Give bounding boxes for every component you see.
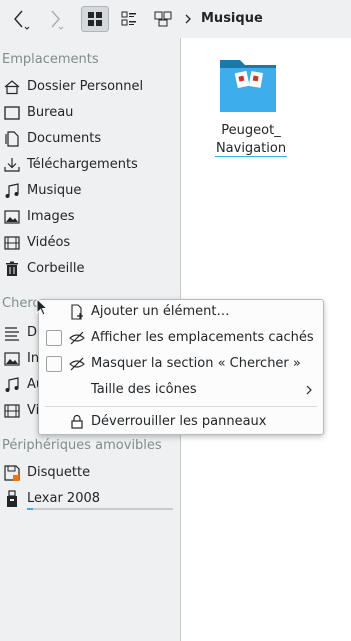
menu-item-add-entry[interactable]: Ajouter un élément… xyxy=(39,300,323,326)
folder-name: Peugeot_ Navigation xyxy=(211,122,291,158)
home-icon xyxy=(4,80,20,95)
chevron-right-icon xyxy=(51,10,64,30)
trash-icon xyxy=(6,261,18,276)
documents-list-icon xyxy=(5,327,19,341)
place-label: Documents xyxy=(27,131,102,146)
add-entry-icon xyxy=(71,304,83,320)
menu-separator xyxy=(45,406,317,407)
video-icon xyxy=(4,404,20,418)
breadcrumb-separator-icon xyxy=(185,14,191,24)
search-item-label: D xyxy=(27,325,38,340)
menu-item-hide-search[interactable]: Masquer la section « Chercher » xyxy=(39,352,323,378)
place-item-desktop[interactable]: Bureau xyxy=(0,101,178,125)
download-icon xyxy=(4,158,20,172)
folder-name-underline xyxy=(215,156,287,157)
menu-label: Taille des icônes xyxy=(91,382,197,397)
mouse-cursor-icon xyxy=(36,298,49,316)
place-item-documents[interactable]: Documents xyxy=(0,127,178,151)
menu-item-icon-size[interactable]: Taille des icônes xyxy=(39,378,323,404)
images-icon xyxy=(4,352,20,366)
music-icon xyxy=(5,377,19,392)
place-label: Lexar 2008 xyxy=(27,491,101,506)
menu-label: Masquer la section « Chercher » xyxy=(91,356,301,371)
music-icon xyxy=(5,183,19,198)
toolbar: Musique xyxy=(0,0,351,38)
section-title-removable[interactable]: Périphériques amovibles xyxy=(2,438,162,453)
list-view-icon xyxy=(121,11,136,26)
compact-view-button[interactable] xyxy=(115,6,143,32)
place-label: Disquette xyxy=(27,465,91,480)
place-item-downloads[interactable]: Téléchargements xyxy=(0,153,178,177)
place-label: Images xyxy=(27,209,75,224)
place-item-floppy[interactable]: Disquette xyxy=(0,461,178,485)
hide-search-checkbox[interactable] xyxy=(46,356,62,372)
hidden-eye-icon xyxy=(69,357,85,371)
section-title-search[interactable]: Cherc xyxy=(2,296,40,311)
hidden-eye-icon xyxy=(69,331,85,345)
usb-capacity-bar xyxy=(27,508,173,510)
submenu-arrow-icon xyxy=(306,385,312,395)
lock-icon xyxy=(71,414,83,429)
floppy-icon xyxy=(4,465,20,481)
place-label: Corbeille xyxy=(27,261,85,276)
menu-label: Déverrouiller les panneaux xyxy=(91,414,267,429)
folder-icon xyxy=(220,60,276,112)
places-context-menu: Ajouter un élément… Afficher les emplace… xyxy=(38,299,324,435)
section-title-locations[interactable]: Emplacements xyxy=(2,52,99,67)
split-view-button[interactable] xyxy=(149,6,177,32)
menu-item-show-hidden[interactable]: Afficher les emplacements cachés xyxy=(39,326,323,352)
show-hidden-checkbox[interactable] xyxy=(46,330,62,346)
documents-icon xyxy=(5,131,19,147)
place-label: Vidéos xyxy=(27,235,71,250)
place-item-home[interactable]: Dossier Personnel xyxy=(0,75,178,99)
menu-label: Ajouter un élément… xyxy=(91,304,230,319)
chevron-left-icon xyxy=(14,10,30,30)
menu-label: Afficher les emplacements cachés xyxy=(91,330,314,345)
folder-name-line1: Peugeot_ xyxy=(221,123,281,138)
split-view-icon xyxy=(154,11,172,27)
place-label: Dossier Personnel xyxy=(27,79,144,94)
icons-view-button[interactable] xyxy=(81,6,109,32)
usb-capacity-fill xyxy=(27,508,33,510)
place-item-music[interactable]: Musique xyxy=(0,179,178,203)
images-icon xyxy=(4,210,20,224)
grid-view-icon xyxy=(88,12,102,26)
breadcrumb-current[interactable]: Musique xyxy=(201,11,263,26)
place-label: Bureau xyxy=(27,105,74,120)
place-label: Musique xyxy=(27,183,82,198)
usb-drive-icon xyxy=(7,490,17,507)
place-label: Téléchargements xyxy=(27,157,138,172)
video-icon xyxy=(4,236,20,250)
desktop-icon xyxy=(4,106,20,120)
place-item-trash[interactable]: Corbeille xyxy=(0,257,178,281)
place-item-videos[interactable]: Vidéos xyxy=(0,231,178,255)
place-item-images[interactable]: Images xyxy=(0,205,178,229)
forward-button[interactable] xyxy=(40,6,68,32)
menu-item-unlock-panels[interactable]: Déverrouiller les panneaux xyxy=(39,410,323,436)
back-button[interactable] xyxy=(6,6,34,32)
